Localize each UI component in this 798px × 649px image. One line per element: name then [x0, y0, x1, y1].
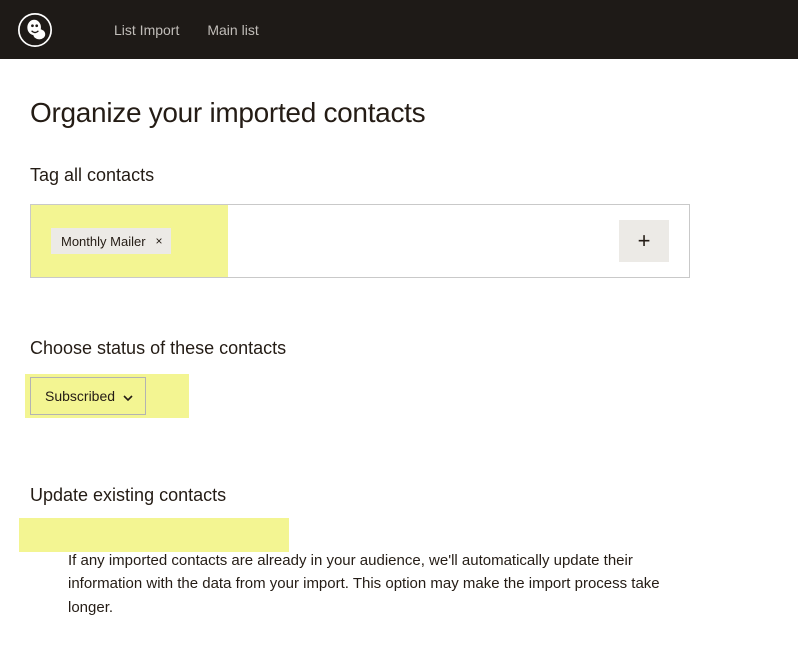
chevron-down-icon — [123, 388, 133, 404]
main-content: Organize your imported contacts Tag all … — [0, 59, 720, 649]
tag-chip[interactable]: Monthly Mailer × — [51, 228, 171, 254]
top-bar: List Import Main list — [0, 0, 798, 59]
tag-input-container[interactable]: Monthly Mailer × + — [30, 204, 690, 278]
tag-remove-icon[interactable]: × — [156, 235, 163, 247]
tag-chip-label: Monthly Mailer — [61, 234, 146, 249]
add-tag-button[interactable]: + — [619, 220, 669, 262]
highlight-region — [19, 518, 289, 552]
tags-heading: Tag all contacts — [30, 165, 690, 186]
nav-main-list[interactable]: Main list — [207, 22, 258, 38]
update-heading: Update existing contacts — [30, 485, 690, 506]
checkbox-description: If any imported contacts are already in … — [68, 549, 690, 619]
nav-list-import[interactable]: List Import — [114, 22, 179, 38]
breadcrumb: List Import Main list — [114, 22, 259, 38]
status-selected-value: Subscribed — [45, 388, 115, 404]
plus-icon: + — [638, 228, 651, 254]
mailchimp-logo-icon — [18, 13, 52, 47]
status-heading: Choose status of these contacts — [30, 338, 690, 359]
page-title: Organize your imported contacts — [30, 97, 690, 129]
status-dropdown[interactable]: Subscribed — [30, 377, 146, 415]
